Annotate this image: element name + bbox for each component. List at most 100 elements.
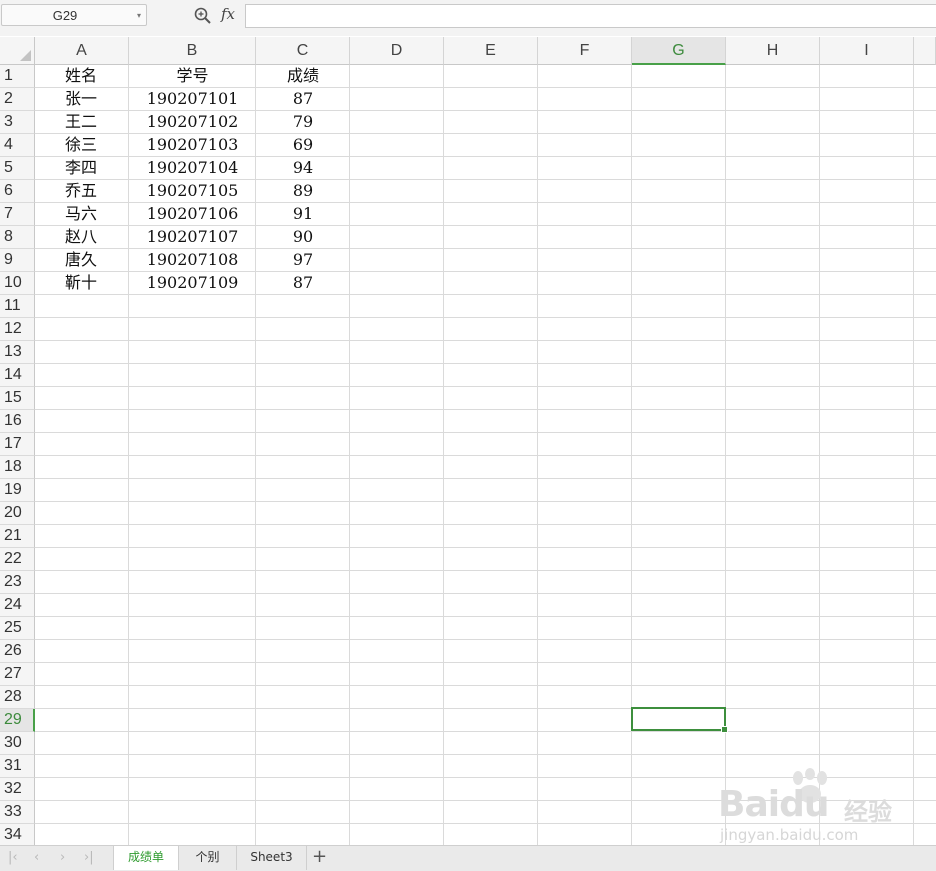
column-header-d[interactable]: D	[350, 37, 444, 65]
fill-handle[interactable]	[721, 726, 728, 733]
cell-name[interactable]: 张一	[35, 88, 129, 110]
column-header-c[interactable]: C	[256, 37, 350, 65]
row-header-27[interactable]: 27	[0, 663, 35, 686]
row-header-32[interactable]: 32	[0, 778, 35, 801]
first-sheet-icon[interactable]: |‹	[8, 850, 18, 865]
formula-input[interactable]	[245, 4, 936, 28]
add-sheet-button[interactable]: +	[312, 847, 327, 867]
prev-sheet-icon[interactable]: ‹	[34, 850, 39, 865]
column-header-e[interactable]: E	[444, 37, 538, 65]
row-gridline	[35, 754, 936, 755]
watermark-cn: 经验	[844, 798, 892, 826]
header-cell-name[interactable]: 姓名	[35, 65, 129, 87]
row-header-10[interactable]: 10	[0, 272, 35, 295]
row-gridline	[35, 524, 936, 525]
row-header-22[interactable]: 22	[0, 548, 35, 571]
name-box[interactable]: G29 ▾	[1, 4, 147, 26]
cell-name[interactable]: 李四	[35, 157, 129, 179]
row-header-23[interactable]: 23	[0, 571, 35, 594]
active-cell-g29[interactable]	[631, 707, 728, 733]
zoom-icon[interactable]	[193, 6, 213, 26]
row-header-6[interactable]: 6	[0, 180, 35, 203]
column-header-a[interactable]: A	[35, 37, 129, 65]
row-header-17[interactable]: 17	[0, 433, 35, 456]
column-header-partial[interactable]	[914, 37, 936, 65]
row-header-3[interactable]: 3	[0, 111, 35, 134]
cell-name[interactable]: 王二	[35, 111, 129, 133]
cell-name[interactable]: 靳十	[35, 272, 129, 294]
column-header-h[interactable]: H	[726, 37, 820, 65]
row-header-21[interactable]: 21	[0, 525, 35, 548]
row-header-4[interactable]: 4	[0, 134, 35, 157]
cell-name[interactable]: 乔五	[35, 180, 129, 202]
sheet-tab-1[interactable]: 成绩单	[113, 846, 179, 870]
row-header-12[interactable]: 12	[0, 318, 35, 341]
row-header-14[interactable]: 14	[0, 364, 35, 387]
baidu-jingyan-watermark: Baidu 经验 jingyan.baidu.com	[718, 768, 918, 848]
row-header-16[interactable]: 16	[0, 410, 35, 433]
header-cell-score[interactable]: 成绩	[256, 65, 350, 87]
column-header-g[interactable]: G	[632, 37, 726, 65]
row-header-19[interactable]: 19	[0, 479, 35, 502]
row-header-29[interactable]: 29	[0, 709, 35, 732]
cell-student-id[interactable]: 190207106	[129, 203, 256, 225]
cell-score[interactable]: 94	[256, 157, 350, 179]
row-header-20[interactable]: 20	[0, 502, 35, 525]
row-header-24[interactable]: 24	[0, 594, 35, 617]
cell-name[interactable]: 唐久	[35, 249, 129, 271]
row-header-28[interactable]: 28	[0, 686, 35, 709]
cell-name[interactable]: 赵八	[35, 226, 129, 248]
column-gridline	[443, 65, 444, 845]
row-header-31[interactable]: 31	[0, 755, 35, 778]
cell-student-id[interactable]: 190207108	[129, 249, 256, 271]
row-header-34[interactable]: 34	[0, 824, 35, 847]
column-header-f[interactable]: F	[538, 37, 632, 65]
row-header-30[interactable]: 30	[0, 732, 35, 755]
cell-student-id[interactable]: 190207104	[129, 157, 256, 179]
cell-student-id[interactable]: 190207109	[129, 272, 256, 294]
row-header-26[interactable]: 26	[0, 640, 35, 663]
row-header-18[interactable]: 18	[0, 456, 35, 479]
column-header-i[interactable]: I	[820, 37, 914, 65]
next-sheet-icon[interactable]: ›	[60, 850, 65, 865]
sheet-tab-3[interactable]: Sheet3	[237, 846, 307, 870]
row-header-11[interactable]: 11	[0, 295, 35, 318]
row-header-1[interactable]: 1	[0, 65, 35, 88]
cell-score[interactable]: 79	[256, 111, 350, 133]
last-sheet-icon[interactable]: ›|	[84, 850, 94, 865]
cell-student-id[interactable]: 190207101	[129, 88, 256, 110]
cell-score[interactable]: 89	[256, 180, 350, 202]
cell-student-id[interactable]: 190207107	[129, 226, 256, 248]
select-all-corner[interactable]	[0, 37, 35, 65]
column-header-b[interactable]: B	[129, 37, 256, 65]
row-header-15[interactable]: 15	[0, 387, 35, 410]
cell-student-id[interactable]: 190207103	[129, 134, 256, 156]
cell-score[interactable]: 91	[256, 203, 350, 225]
cell-name[interactable]: 徐三	[35, 134, 129, 156]
cell-name[interactable]: 马六	[35, 203, 129, 225]
cell-score[interactable]: 97	[256, 249, 350, 271]
cell-student-id[interactable]: 190207105	[129, 180, 256, 202]
cell-score[interactable]: 90	[256, 226, 350, 248]
row-gridline	[35, 501, 936, 502]
cell-grid[interactable]: 姓名 学号 成绩 张一 190207101 87 王二 190207102 79 徐三 190207…	[35, 65, 936, 845]
fx-icon[interactable]: fx	[221, 5, 235, 23]
row-header-7[interactable]: 7	[0, 203, 35, 226]
row-gridline	[35, 639, 936, 640]
row-header-33[interactable]: 33	[0, 801, 35, 824]
sheet-tab-2[interactable]: 个别	[179, 846, 237, 870]
watermark-url: jingyan.baidu.com	[720, 826, 859, 844]
row-header-5[interactable]: 5	[0, 157, 35, 180]
row-header-13[interactable]: 13	[0, 341, 35, 364]
header-cell-student-id[interactable]: 学号	[129, 65, 256, 87]
cell-score[interactable]: 69	[256, 134, 350, 156]
row-header-25[interactable]: 25	[0, 617, 35, 640]
row-header-2[interactable]: 2	[0, 88, 35, 111]
row-header-8[interactable]: 8	[0, 226, 35, 249]
row-header-9[interactable]: 9	[0, 249, 35, 272]
chevron-down-icon[interactable]: ▾	[137, 11, 141, 20]
cell-student-id[interactable]: 190207102	[129, 111, 256, 133]
row-gridline	[35, 547, 936, 548]
cell-score[interactable]: 87	[256, 272, 350, 294]
cell-score[interactable]: 87	[256, 88, 350, 110]
